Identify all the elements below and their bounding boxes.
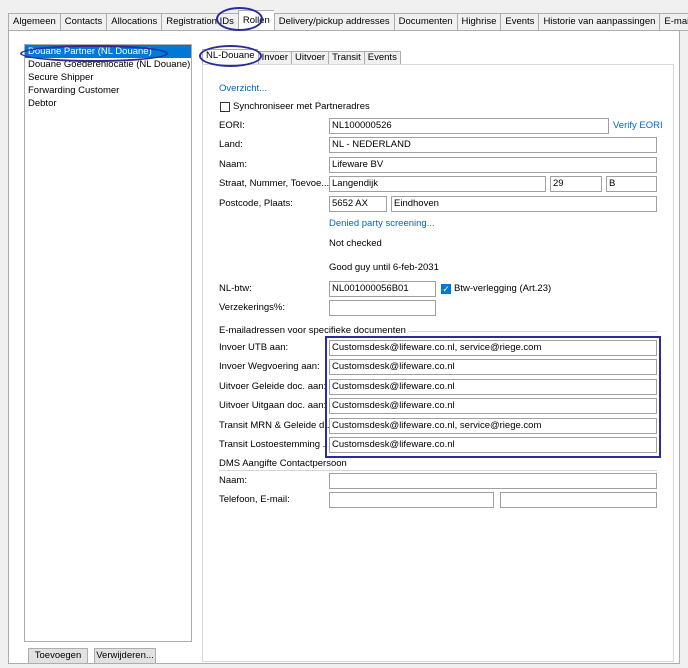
- email-highlight-box: [325, 336, 661, 458]
- dms-group-title: DMS Aangifte Contactpersoon: [219, 458, 350, 470]
- dms-email-field[interactable]: [500, 492, 657, 508]
- tab-algemeen[interactable]: Algemeen: [8, 13, 60, 31]
- insurance-label: Verzekerings%:: [219, 302, 286, 313]
- dms-group-line: [219, 470, 657, 471]
- tab-delivery-pickup[interactable]: Delivery/pickup addresses: [273, 13, 394, 31]
- dms-phone-field[interactable]: [329, 492, 494, 508]
- postal-label: Postcode, Plaats:: [219, 198, 293, 209]
- sub-tab-strip: NL-Douane Invoer Uitvoer Transit Events: [202, 49, 401, 65]
- city-field[interactable]: Eindhoven: [391, 196, 657, 212]
- denied-party-link[interactable]: Denied party screening...: [329, 216, 435, 232]
- tab-historie[interactable]: Historie van aanpassingen: [538, 13, 660, 31]
- postal-code-field[interactable]: 5652 AX: [329, 196, 387, 212]
- top-tab-strip: Algemeen Contacts Allocations Registrati…: [8, 10, 688, 31]
- email-row-label: Uitvoer Uitgaan doc. aan:: [219, 400, 327, 411]
- country-label: Land:: [219, 139, 243, 150]
- tab-uitvoer[interactable]: Uitvoer: [291, 51, 329, 65]
- tab-sub-events[interactable]: Events: [363, 51, 401, 65]
- email-row-label: Transit Lostoestemming ...: [219, 439, 331, 450]
- list-item[interactable]: Douane Partner (NL Douane): [25, 45, 191, 58]
- vat-label: NL-btw:: [219, 283, 252, 294]
- list-item[interactable]: Douane Goederenlocatie (NL Douane): [25, 58, 191, 71]
- verify-eori-link[interactable]: Verify EORI: [613, 118, 663, 134]
- add-button[interactable]: Toevoegen: [28, 648, 88, 664]
- eori-field[interactable]: NL100000526: [329, 118, 609, 134]
- list-item[interactable]: Debtor: [25, 97, 191, 110]
- good-guy-status: Good guy until 6-feb-2031: [329, 262, 439, 273]
- sync-label: Synchroniseer met Partneradres: [233, 101, 370, 112]
- tab-invoer[interactable]: Invoer: [257, 51, 291, 65]
- dms-name-label: Naam:: [219, 475, 247, 486]
- tab-events[interactable]: Events: [500, 13, 539, 31]
- name-label: Naam:: [219, 159, 247, 170]
- tab-rollen[interactable]: Rollen: [237, 10, 274, 30]
- email-row-label: Invoer UTB aan:: [219, 342, 289, 353]
- dms-name-field[interactable]: [329, 473, 657, 489]
- house-number-field[interactable]: 29: [550, 176, 602, 192]
- list-item[interactable]: Secure Shipper: [25, 71, 191, 84]
- email-row-label: Transit MRN & Geleide d...: [219, 420, 333, 431]
- tab-allocations[interactable]: Allocations: [106, 13, 162, 31]
- tab-email[interactable]: E-mail: [659, 13, 688, 31]
- street-field[interactable]: Langendijk: [329, 176, 546, 192]
- email-row-label: Uitvoer Geleide doc. aan:: [219, 381, 327, 392]
- house-suffix-field[interactable]: B: [606, 176, 657, 192]
- tab-documenten[interactable]: Documenten: [393, 13, 457, 31]
- tab-registration-ids[interactable]: Registration IDs: [161, 13, 238, 31]
- sync-checkbox[interactable]: [220, 102, 230, 112]
- country-field[interactable]: NL - NEDERLAND: [329, 137, 657, 153]
- roles-list[interactable]: Douane Partner (NL Douane) Douane Goeder…: [24, 44, 192, 642]
- eori-label: EORI:: [219, 120, 245, 131]
- list-item[interactable]: Forwarding Customer: [25, 84, 191, 97]
- tab-highrise[interactable]: Highrise: [456, 13, 501, 31]
- email-row-label: Invoer Wegvoering aan:: [219, 361, 320, 372]
- street-label: Straat, Nummer, Toevoe...: [219, 178, 330, 189]
- screening-status: Not checked: [329, 238, 382, 249]
- overview-link[interactable]: Overzicht...: [219, 81, 267, 97]
- tab-nl-douane[interactable]: NL-Douane: [202, 49, 258, 65]
- vat-field[interactable]: NL001000056B01: [329, 281, 436, 297]
- delete-button[interactable]: Verwijderen...: [94, 648, 156, 664]
- dms-phone-label: Telefoon, E-mail:: [219, 494, 290, 505]
- name-field[interactable]: Lifeware BV: [329, 157, 657, 173]
- reverse-charge-label: Btw-verlegging (Art.23): [454, 283, 552, 294]
- tab-contacts[interactable]: Contacts: [59, 13, 107, 31]
- tab-transit[interactable]: Transit: [328, 51, 364, 65]
- reverse-charge-checkbox[interactable]: ✓: [441, 284, 451, 294]
- insurance-field[interactable]: [329, 300, 436, 316]
